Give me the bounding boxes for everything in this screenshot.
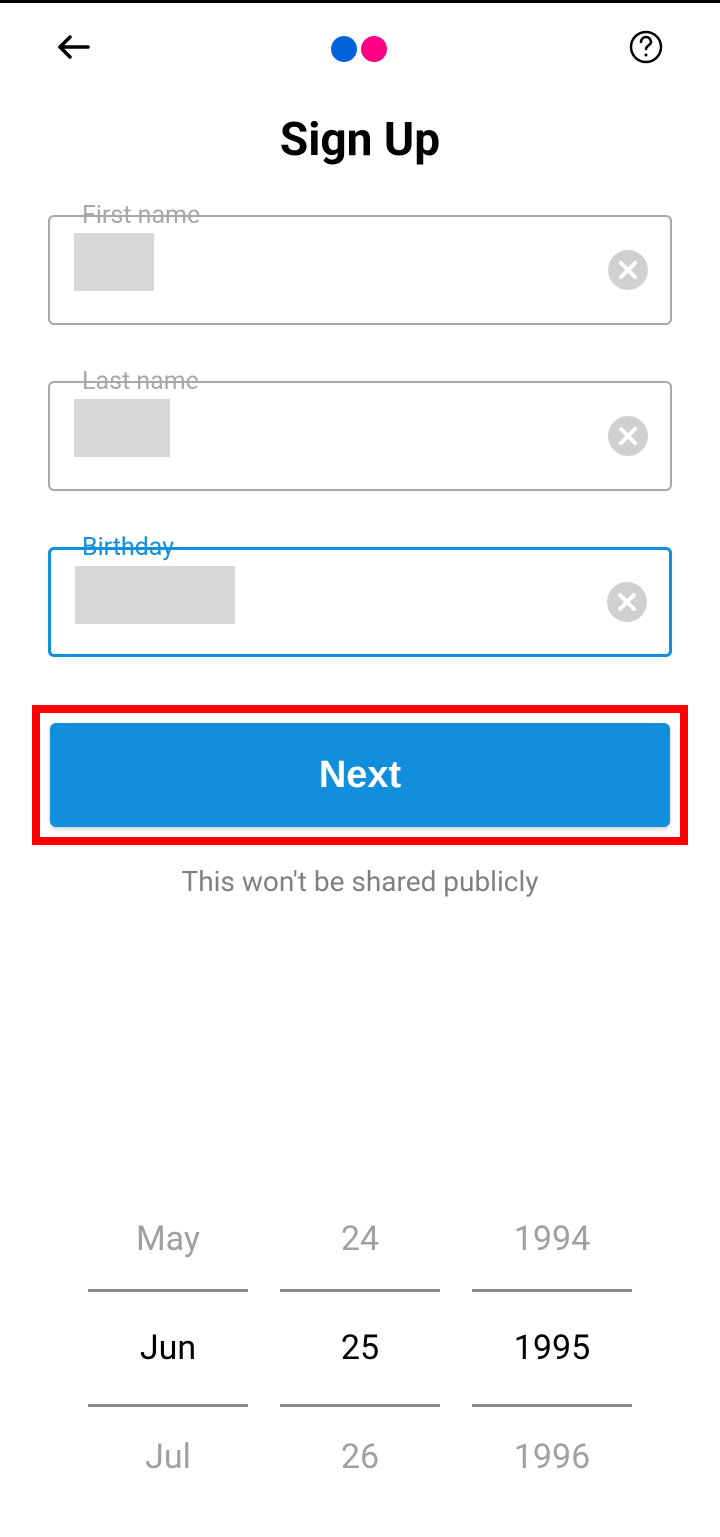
flickr-logo — [331, 36, 387, 62]
logo-dot-pink — [361, 36, 387, 62]
day-next: 26 — [280, 1407, 440, 1507]
month-next: Jul — [88, 1407, 248, 1507]
privacy-note: This won't be shared publicly — [0, 865, 720, 898]
year-picker[interactable]: 1994 1995 1996 — [472, 1189, 632, 1507]
last-name-field-wrapper: Last name — [48, 381, 672, 491]
header — [0, 3, 720, 95]
next-button-highlight: Next — [32, 705, 688, 845]
year-prev: 1994 — [472, 1189, 632, 1289]
first-name-field-wrapper: First name — [48, 215, 672, 325]
page-title: Sign Up — [0, 113, 720, 167]
logo-dot-blue — [331, 36, 357, 62]
back-arrow-button[interactable] — [56, 33, 90, 65]
last-name-input[interactable] — [48, 381, 672, 491]
month-selected: Jun — [88, 1289, 248, 1407]
help-button[interactable] — [628, 29, 664, 69]
picker-row: May Jun Jul 24 25 26 1994 1995 1996 — [0, 1189, 720, 1507]
next-button[interactable]: Next — [50, 723, 670, 827]
day-prev: 24 — [280, 1189, 440, 1289]
signup-form: First name Last name Birthday — [0, 167, 720, 657]
close-icon — [608, 416, 648, 456]
close-icon — [608, 250, 648, 290]
redacted-value — [74, 399, 170, 457]
help-icon — [628, 29, 664, 65]
back-arrow-icon — [56, 33, 90, 61]
close-icon — [607, 582, 647, 622]
day-selected: 25 — [280, 1289, 440, 1407]
month-prev: May — [88, 1189, 248, 1289]
birthday-field-wrapper: Birthday — [48, 547, 672, 657]
redacted-value — [74, 233, 154, 291]
day-picker[interactable]: 24 25 26 — [280, 1189, 440, 1507]
first-name-input[interactable] — [48, 215, 672, 325]
month-picker[interactable]: May Jun Jul — [88, 1189, 248, 1507]
redacted-value — [75, 566, 235, 624]
year-next: 1996 — [472, 1407, 632, 1507]
date-picker: May Jun Jul 24 25 26 1994 1995 1996 — [0, 1189, 720, 1537]
birthday-input[interactable] — [48, 547, 672, 657]
year-selected: 1995 — [472, 1289, 632, 1407]
